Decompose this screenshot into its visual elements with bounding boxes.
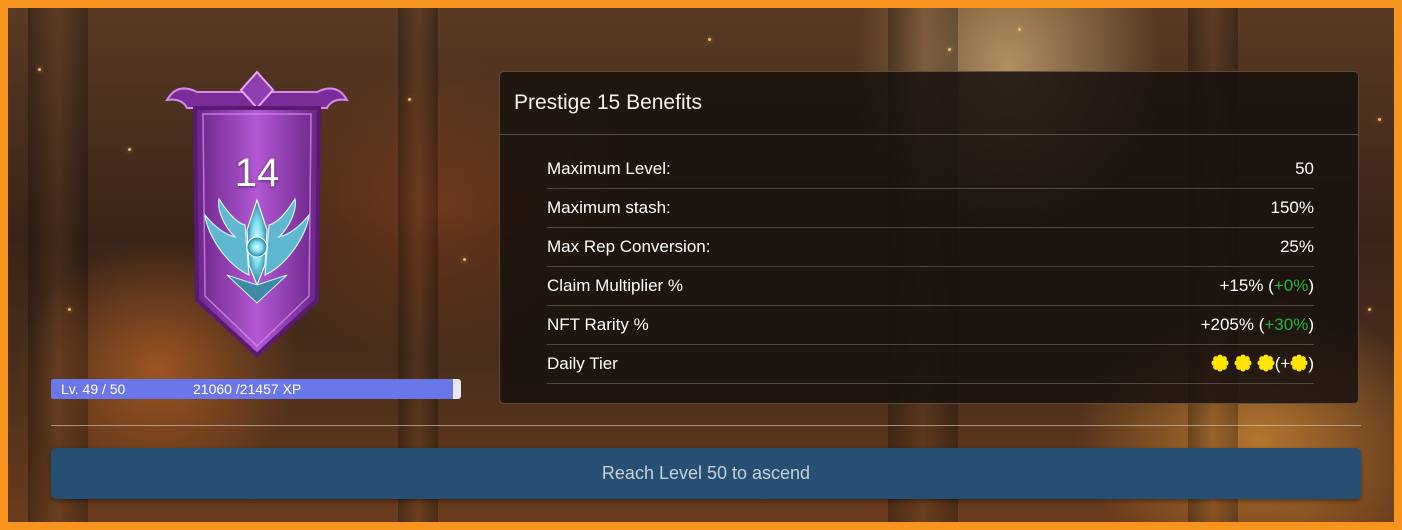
winged-crest-banner-icon <box>165 70 349 358</box>
benefit-bonus: +30% <box>1264 315 1309 334</box>
benefit-label: Maximum Level: <box>547 159 671 178</box>
star-icon <box>1211 354 1229 372</box>
ascend-button[interactable]: Reach Level 50 to ascend <box>51 448 1361 499</box>
benefit-label: Claim Multiplier % <box>547 276 684 295</box>
benefit-value: +15% (+0%) <box>1219 276 1314 295</box>
benefit-row-nft-rarity: NFT Rarity % +205% (+30%) <box>547 306 1314 345</box>
level-label: Lv. 49 / 50 <box>61 381 126 397</box>
benefit-label: Daily Tier <box>547 354 618 373</box>
prestige-emblem: 14 <box>157 70 357 360</box>
benefit-row-daily-tier: Daily Tier (+) <box>547 345 1314 384</box>
daily-tier-stars: (+) <box>1211 354 1314 374</box>
benefit-row-rep-conversion: Max Rep Conversion: 25% <box>547 228 1314 267</box>
benefits-title: Prestige 15 Benefits <box>500 72 1358 135</box>
benefits-panel: Prestige 15 Benefits Maximum Level: 50 M… <box>499 71 1359 404</box>
benefit-value: 25% <box>1279 237 1314 256</box>
benefit-label: Maximum stash: <box>547 198 671 217</box>
bonus-star-icon <box>1290 354 1308 372</box>
section-divider <box>51 425 1361 426</box>
benefit-value: 150% <box>1270 198 1314 217</box>
benefit-value: 50 <box>1295 159 1314 178</box>
star-icon <box>1257 354 1275 372</box>
benefit-label: Max Rep Conversion: <box>547 237 711 256</box>
prestige-level-number: 14 <box>234 151 280 195</box>
xp-progress-bar: Lv. 49 / 50 21060 /21457 XP <box>51 379 461 399</box>
xp-label: 21060 /21457 XP <box>193 381 302 397</box>
benefit-label: NFT Rarity % <box>547 315 649 334</box>
benefit-value: +205% (+30%) <box>1200 315 1314 334</box>
benefit-row-claim-multiplier: Claim Multiplier % +15% (+0%) <box>547 267 1314 306</box>
benefits-list: Maximum Level: 50 Maximum stash: 150% Ma… <box>547 150 1314 384</box>
star-icon <box>1234 354 1252 372</box>
benefit-row-max-stash: Maximum stash: 150% <box>547 189 1314 228</box>
benefit-row-max-level: Maximum Level: 50 <box>547 150 1314 189</box>
benefit-bonus: +0% <box>1273 276 1309 295</box>
